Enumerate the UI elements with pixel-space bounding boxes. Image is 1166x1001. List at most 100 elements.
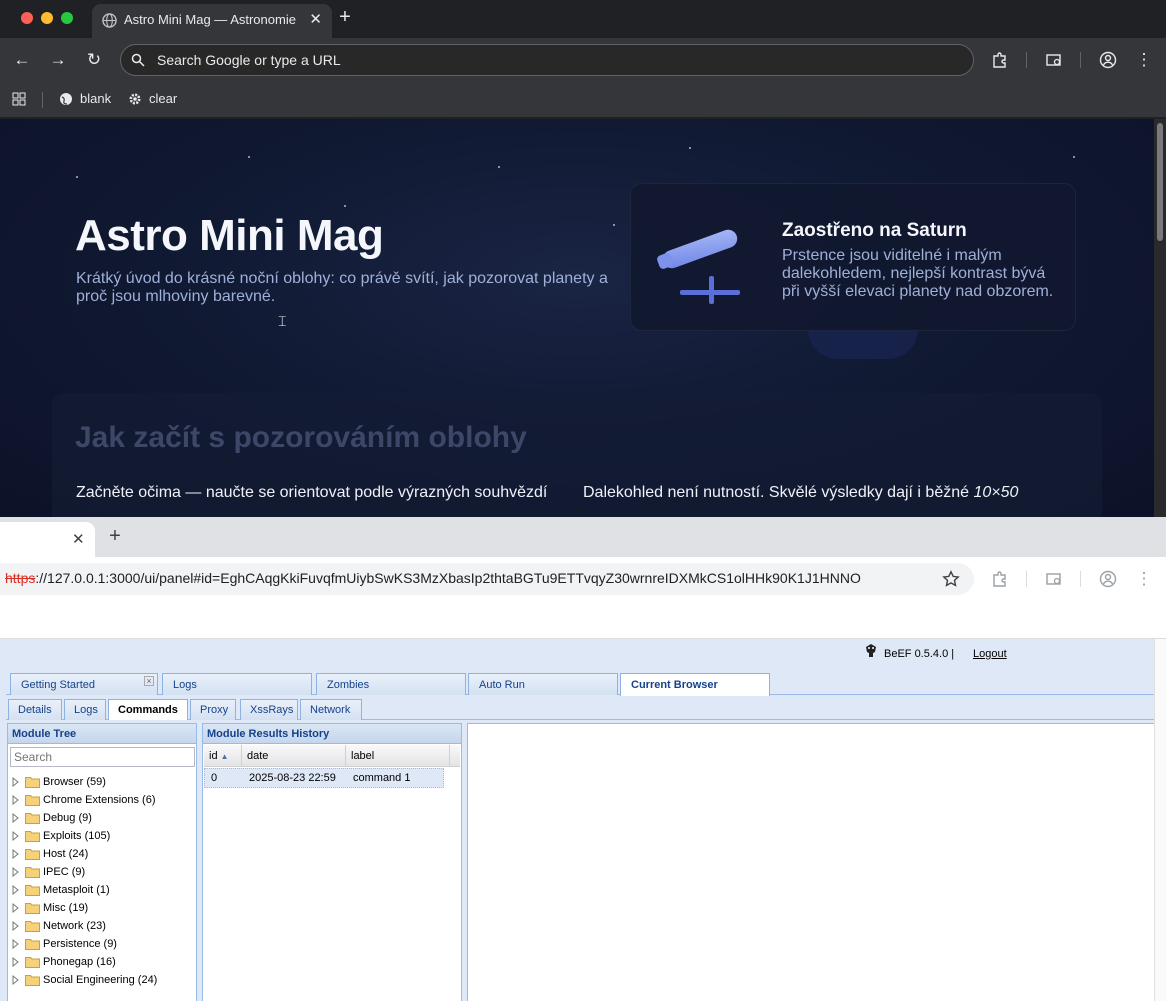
module-tree-title: Module Tree	[8, 724, 196, 744]
table-row[interactable]: 0 2025-08-23 22:59 command 1	[204, 768, 444, 788]
tree-item-label: Persistence (9)	[43, 938, 117, 950]
browser-toolbar: https://127.0.0.1:3000/ui/panel#id=EghCA…	[0, 557, 1166, 601]
folder-icon	[25, 831, 40, 842]
astro-browser-window: Astro Mini Mag — Astronomie ✕ + ← → ↻ Se…	[0, 0, 1166, 517]
close-tab-icon[interactable]: ✕	[309, 10, 322, 28]
subtab-xssrays[interactable]: XssRays	[240, 699, 298, 720]
tree-item-label: Network (23)	[43, 920, 106, 932]
section-title: Jak začít s pozorováním oblohy	[75, 421, 527, 454]
back-arrow-icon[interactable]: ←	[12, 50, 32, 70]
beef-browser-window: ✕ + https://127.0.0.1:3000/ui/panel#id=E…	[0, 517, 1166, 1001]
page-title: Astro Mini Mag	[75, 211, 384, 260]
subtab-commands[interactable]: Commands	[108, 699, 188, 720]
extensions-puzzle-icon[interactable]	[991, 51, 1009, 69]
subtab-logs[interactable]: Logs	[64, 699, 106, 720]
subtab-label: Proxy	[200, 704, 229, 716]
tab-strip: ✕ +	[0, 517, 1166, 557]
tab-getting-started[interactable]: Getting Started ×	[10, 673, 158, 695]
globe-icon	[60, 93, 72, 105]
column-2-text-italic: 10×50	[973, 484, 1019, 501]
profile-icon[interactable]	[1099, 570, 1117, 588]
kebab-menu-icon[interactable]: ⋮	[1134, 569, 1154, 589]
expand-arrow-icon[interactable]	[12, 903, 20, 913]
tab-label: Current Browser	[631, 679, 718, 691]
beef-version: BeEF 0.5.4.0 |	[884, 648, 955, 660]
tree-item-label: IPEC (9)	[43, 866, 86, 878]
tab-zombies[interactable]: Zombies	[316, 673, 466, 695]
kebab-menu-icon[interactable]: ⋮	[1134, 50, 1154, 70]
bookmark-blank[interactable]: blank	[80, 91, 111, 106]
column-header-label[interactable]: label	[346, 745, 450, 767]
reload-icon[interactable]: ↻	[84, 50, 104, 70]
tab-label: Zombies	[327, 679, 370, 691]
expand-arrow-icon[interactable]	[12, 975, 20, 985]
tab-current-browser[interactable]: Current Browser	[620, 673, 770, 696]
column-1-text: Začněte očima — naučte se orientovat pod…	[76, 484, 548, 501]
expand-arrow-icon[interactable]	[12, 849, 20, 859]
url-path: ://127.0.0.1:3000/ui/panel#id=EghCAqgKki…	[35, 570, 861, 586]
tab-label: Auto Run	[479, 679, 525, 691]
bookmark-star-icon[interactable]	[942, 570, 960, 588]
expand-arrow-icon[interactable]	[12, 957, 20, 967]
subtab-proxy[interactable]: Proxy	[190, 699, 236, 720]
tree-item-label: Debug (9)	[43, 812, 92, 824]
expand-arrow-icon[interactable]	[12, 867, 20, 877]
close-window-button[interactable]	[21, 12, 33, 24]
column-header-id[interactable]: id ▲	[204, 745, 242, 767]
bookmark-clear[interactable]: clear	[149, 91, 177, 106]
star	[76, 176, 78, 178]
omnibox[interactable]: Search Google or type a URL	[120, 44, 974, 76]
tab-auto-run[interactable]: Auto Run	[468, 673, 618, 695]
scrollbar-thumb[interactable]	[1157, 123, 1163, 241]
folder-icon	[25, 885, 40, 896]
page-scrollbar[interactable]	[1154, 119, 1166, 517]
profile-icon[interactable]	[1099, 51, 1117, 69]
close-tab-icon[interactable]: ✕	[72, 530, 85, 548]
folder-icon	[25, 903, 40, 914]
tree-item-label: Host (24)	[43, 848, 89, 860]
folder-icon	[25, 975, 40, 986]
subtab-details[interactable]: Details	[8, 699, 62, 720]
beef-cow-icon	[866, 644, 876, 657]
page-scrollbar[interactable]	[1154, 639, 1166, 1001]
close-tab-icon[interactable]: ×	[144, 676, 154, 686]
tab-search-icon[interactable]	[1045, 570, 1063, 588]
tree-item-label: Browser (59)	[43, 776, 106, 788]
beef-header: BeEF 0.5.4.0 | Logout	[0, 639, 1166, 669]
expand-arrow-icon[interactable]	[12, 813, 20, 823]
expand-arrow-icon[interactable]	[12, 777, 20, 787]
minimize-window-button[interactable]	[41, 12, 53, 24]
omnibox[interactable]: https://127.0.0.1:3000/ui/panel#id=EghCA…	[0, 563, 974, 595]
text-cursor-icon: ⌶	[278, 313, 287, 329]
tree-item-label: Phonegap (16)	[43, 956, 116, 968]
page-subtitle: Krátký úvod do krásné noční oblohy: co p…	[76, 270, 608, 305]
omnibox-placeholder: Search Google or type a URL	[157, 52, 341, 68]
tab-astro-mini-mag[interactable]: Astro Mini Mag — Astronomie ✕	[92, 4, 332, 38]
column-header-date[interactable]: date	[242, 745, 346, 767]
forward-arrow-icon[interactable]: →	[48, 50, 68, 70]
tab-beef-panel[interactable]: ✕	[0, 522, 95, 557]
apps-grid-icon[interactable]	[12, 92, 26, 106]
maximize-window-button[interactable]	[61, 12, 73, 24]
expand-arrow-icon[interactable]	[12, 795, 20, 805]
toolbar-divider	[1080, 52, 1081, 68]
folder-icon	[25, 849, 40, 860]
tab-strip: Astro Mini Mag — Astronomie ✕ +	[0, 0, 1166, 38]
new-tab-button[interactable]: +	[106, 525, 124, 548]
folder-icon	[25, 795, 40, 806]
tab-search-icon[interactable]	[1045, 51, 1063, 69]
tab-logs[interactable]: Logs	[162, 673, 312, 695]
logout-link[interactable]: Logout	[973, 648, 1007, 660]
expand-arrow-icon[interactable]	[12, 939, 20, 949]
column-2-text: Dalekohled není nutností. Skvělé výsledk…	[583, 484, 1018, 502]
omnibox-url: https://127.0.0.1:3000/ui/panel#id=EghCA…	[5, 570, 861, 586]
new-tab-button[interactable]: +	[336, 6, 354, 29]
subtab-label: XssRays	[250, 704, 294, 716]
extensions-puzzle-icon[interactable]	[991, 570, 1009, 588]
subtab-network[interactable]: Network	[300, 699, 362, 720]
expand-arrow-icon[interactable]	[12, 831, 20, 841]
module-search-input[interactable]	[10, 747, 195, 767]
star	[1073, 156, 1075, 158]
expand-arrow-icon[interactable]	[12, 885, 20, 895]
expand-arrow-icon[interactable]	[12, 921, 20, 931]
